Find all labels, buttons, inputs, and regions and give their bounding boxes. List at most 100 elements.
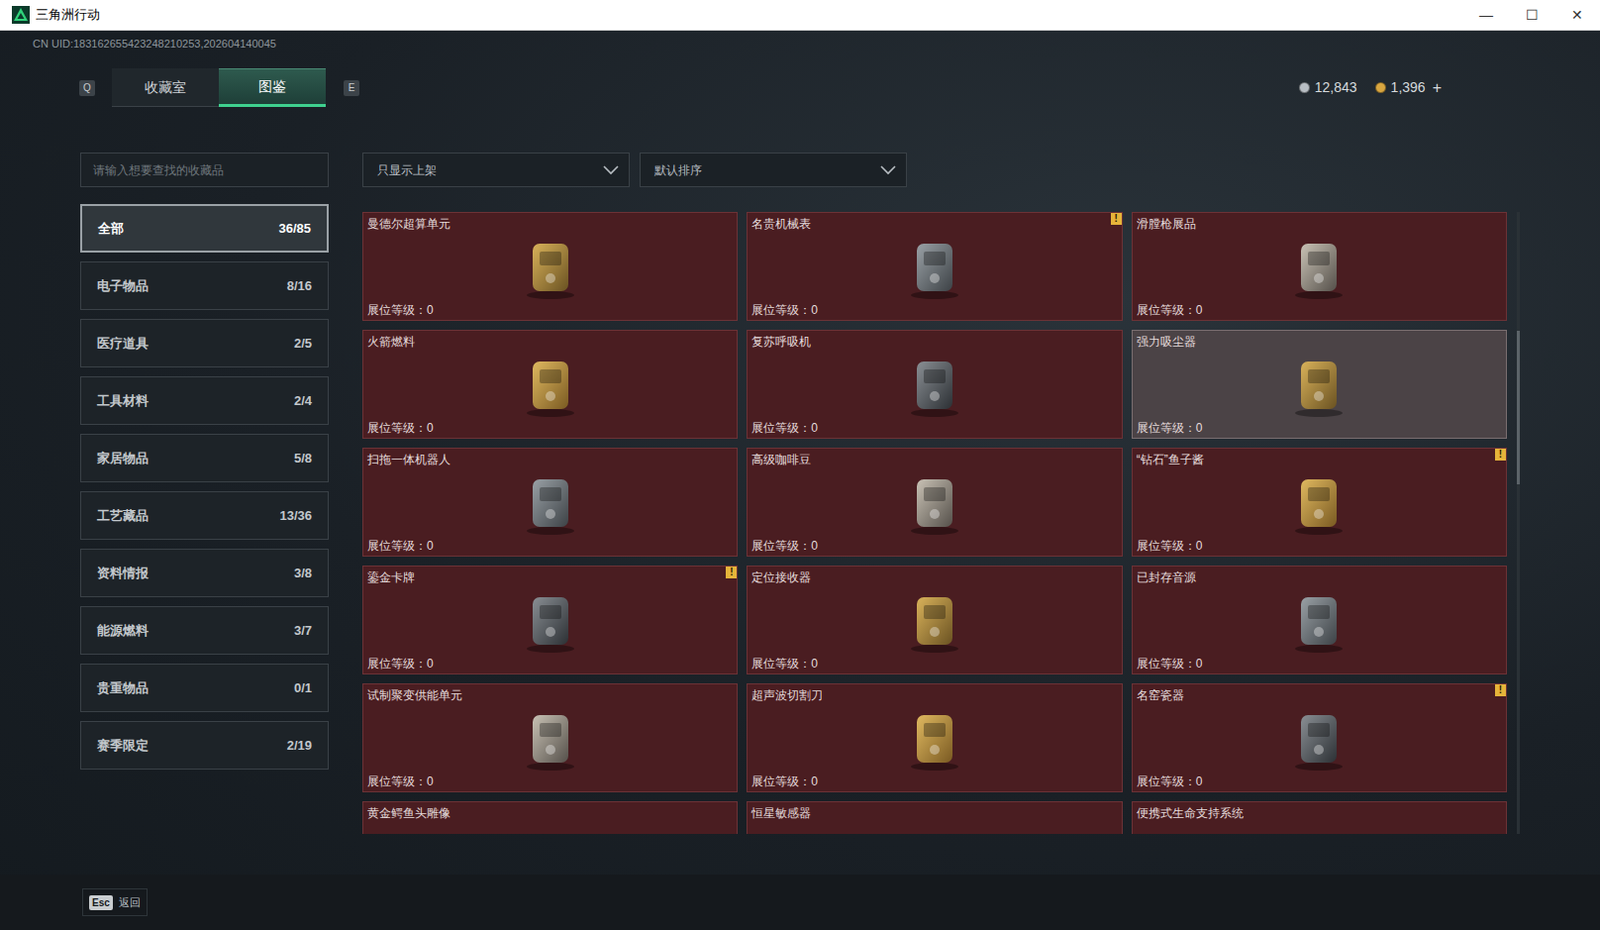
top-bar: Q收藏室图鉴E12,8431,396+ bbox=[0, 68, 1600, 107]
booth-level: 展位等级：0 bbox=[751, 655, 1117, 672]
sidebar-item[interactable]: 赛季限定2/19 bbox=[80, 720, 329, 770]
window-control-button[interactable]: — bbox=[1463, 0, 1509, 30]
window-title: 三角洲行动 bbox=[35, 4, 100, 25]
booth-level: 展位等级：0 bbox=[367, 773, 733, 790]
collectible-card[interactable]: 曼德尔超算单元展位等级：0 bbox=[362, 211, 738, 321]
item-name: “钻石”鱼子酱 bbox=[1136, 451, 1502, 468]
tab[interactable]: 收藏室 bbox=[111, 68, 219, 107]
collectible-card[interactable]: 滑膛枪展品展位等级：0 bbox=[1131, 211, 1507, 321]
collectible-icon bbox=[367, 467, 733, 538]
collectible-icon bbox=[1136, 585, 1502, 656]
main-panel: 全部36/85 电子物品8/16 医疗道具2/5 工具材料2/4 家居物品5/8 工艺藏品… bbox=[0, 152, 1600, 875]
collectible-card[interactable]: 黄金鳄鱼头雕像 bbox=[362, 800, 738, 834]
filter-dropdown[interactable]: 默认排序 bbox=[639, 152, 907, 188]
booth-level: 展位等级：0 bbox=[1136, 419, 1502, 436]
collectible-icon bbox=[751, 349, 1117, 420]
collectible-card[interactable]: 定位接收器展位等级：0 bbox=[746, 565, 1122, 675]
collectible-card[interactable]: 便携式生命支持系统 bbox=[1131, 800, 1507, 834]
catalog-scroll: 曼德尔超算单元展位等级：0名贵机械表展位等级：0!滑膛枪展品展位等级：0火箭燃料… bbox=[362, 211, 1521, 834]
item-name: 便携式生命支持系统 bbox=[1136, 804, 1502, 821]
booth-level: 展位等级：0 bbox=[1136, 655, 1502, 672]
collectible-icon bbox=[367, 820, 733, 834]
sidebar-item[interactable]: 电子物品8/16 bbox=[80, 261, 329, 310]
window-control-button[interactable]: ✕ bbox=[1554, 0, 1600, 30]
sidebar-item[interactable]: 贵重物品0/1 bbox=[80, 663, 329, 712]
game-logo-icon bbox=[11, 5, 30, 24]
collectible-icon bbox=[751, 231, 1117, 302]
item-name: 名贵机械表 bbox=[751, 215, 1117, 232]
collectible-card[interactable]: 恒星敏感器 bbox=[746, 800, 1122, 834]
booth-level: 展位等级：0 bbox=[1136, 773, 1502, 790]
collectible-card[interactable]: 超声波切割刀展位等级：0 bbox=[746, 683, 1122, 793]
item-name: 扫拖一体机器人 bbox=[367, 451, 733, 468]
collectible-icon bbox=[751, 702, 1117, 774]
sidebar-item[interactable]: 工艺藏品13/36 bbox=[80, 491, 329, 540]
booth-level: 展位等级：0 bbox=[367, 419, 733, 436]
item-name: 复苏呼吸机 bbox=[751, 333, 1117, 350]
sidebar-item[interactable]: 全部36/85 bbox=[80, 203, 329, 253]
collectible-card[interactable]: 试制聚变供能单元展位等级：0 bbox=[362, 683, 738, 793]
collectible-card[interactable]: 高级咖啡豆展位等级：0 bbox=[746, 447, 1122, 557]
sidebar-item[interactable]: 工具材料2/4 bbox=[80, 376, 329, 425]
collectible-card[interactable]: 名窑瓷器展位等级：0! bbox=[1131, 683, 1507, 793]
collectible-icon bbox=[1136, 231, 1502, 302]
coin-icon bbox=[1299, 82, 1310, 94]
window-control-button[interactable]: ☐ bbox=[1508, 0, 1555, 30]
currency: 1,396+ bbox=[1375, 76, 1442, 100]
item-name: 曼德尔超算单元 bbox=[367, 215, 733, 232]
category-list: 全部36/85 电子物品8/16 医疗道具2/5 工具材料2/4 家居物品5/8 工艺藏品… bbox=[80, 203, 329, 770]
back-button[interactable]: Esc返回 bbox=[82, 888, 148, 917]
tab-bar: 收藏室图鉴 bbox=[111, 68, 326, 107]
key-hint: Esc bbox=[89, 895, 113, 910]
catalog-panel: 只显示上架默认排序曼德尔超算单元展位等级：0名贵机械表展位等级：0!滑膛枪展品展… bbox=[362, 152, 1521, 875]
collectible-card[interactable]: “钻石”鱼子酱展位等级：0! bbox=[1131, 447, 1507, 557]
item-name: 强力吸尘器 bbox=[1136, 333, 1502, 350]
collectible-icon bbox=[1136, 467, 1502, 538]
item-name: 名窑瓷器 bbox=[1136, 687, 1502, 703]
collectible-icon bbox=[367, 702, 733, 774]
sidebar-item[interactable]: 能源燃料3/7 bbox=[80, 605, 329, 655]
sidebar-item[interactable]: 医疗道具2/5 bbox=[80, 318, 329, 368]
item-name: 火箭燃料 bbox=[367, 333, 733, 350]
title-bar: 三角洲行动 —☐✕ bbox=[0, 0, 1600, 31]
collectible-icon bbox=[751, 467, 1117, 538]
collectible-card[interactable]: 名贵机械表展位等级：0! bbox=[746, 211, 1122, 321]
currency-bar: 12,8431,396+ bbox=[1299, 76, 1442, 100]
collectible-card[interactable]: 已封存音源展位等级：0 bbox=[1131, 565, 1507, 675]
sidebar-item[interactable]: 家居物品5/8 bbox=[80, 433, 329, 483]
sidebar: 全部36/85 电子物品8/16 医疗道具2/5 工具材料2/4 家居物品5/8 工艺藏品… bbox=[80, 152, 329, 875]
new-badge: ! bbox=[1495, 448, 1506, 461]
collectible-icon bbox=[1136, 820, 1502, 834]
booth-level: 展位等级：0 bbox=[1136, 301, 1502, 318]
scrollbar-thumb[interactable] bbox=[1516, 330, 1520, 485]
add-currency-button[interactable]: + bbox=[1432, 76, 1442, 100]
collectible-card[interactable]: 扫拖一体机器人展位等级：0 bbox=[362, 447, 738, 557]
booth-level: 展位等级：0 bbox=[367, 655, 733, 672]
collectible-icon bbox=[1136, 702, 1502, 774]
collectible-icon bbox=[751, 820, 1117, 834]
item-name: 高级咖啡豆 bbox=[751, 451, 1117, 468]
sidebar-item[interactable]: 资料情报3/8 bbox=[80, 548, 329, 598]
window-controls: —☐✕ bbox=[1463, 0, 1600, 30]
new-badge: ! bbox=[1110, 212, 1122, 225]
collectible-card[interactable]: 鎏金卡牌展位等级：0! bbox=[362, 565, 738, 675]
game-screen: CN UID:183162655423248210253,20260414004… bbox=[0, 30, 1600, 930]
search-input[interactable] bbox=[80, 152, 329, 188]
tab[interactable]: 图鉴 bbox=[218, 68, 326, 107]
item-name: 滑膛枪展品 bbox=[1136, 215, 1502, 232]
item-name: 试制聚变供能单元 bbox=[367, 687, 733, 703]
key-hint: Q bbox=[79, 80, 96, 97]
collectible-icon bbox=[1136, 349, 1502, 420]
filter-bar: 只显示上架默认排序 bbox=[362, 152, 1521, 188]
collectible-card[interactable]: 火箭燃料展位等级：0 bbox=[362, 329, 738, 439]
scrollbar[interactable] bbox=[1516, 211, 1520, 834]
collectible-card[interactable]: 复苏呼吸机展位等级：0 bbox=[746, 329, 1122, 439]
catalog-grid: 曼德尔超算单元展位等级：0名贵机械表展位等级：0!滑膛枪展品展位等级：0火箭燃料… bbox=[362, 211, 1507, 834]
collectible-card[interactable]: 强力吸尘器展位等级：0 bbox=[1131, 329, 1507, 439]
item-name: 定位接收器 bbox=[751, 569, 1117, 586]
booth-level: 展位等级：0 bbox=[751, 537, 1117, 554]
coin-icon bbox=[1375, 82, 1387, 94]
booth-level: 展位等级：0 bbox=[751, 419, 1117, 436]
collectible-icon bbox=[367, 585, 733, 656]
filter-dropdown[interactable]: 只显示上架 bbox=[362, 152, 630, 188]
